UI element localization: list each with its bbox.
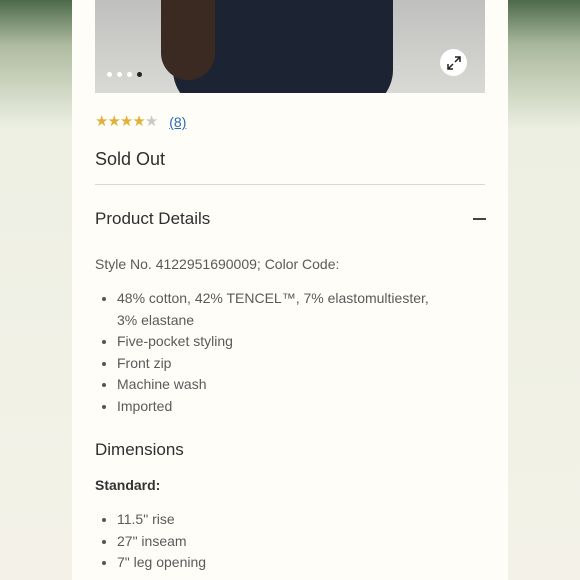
gallery-dot[interactable]	[107, 72, 112, 77]
list-item-text: 3% elastane	[117, 311, 195, 328]
product-panel: ★ ★ ★ ★ ★ (8) Sold Out Product Details S…	[72, 0, 508, 580]
product-image[interactable]	[95, 0, 485, 93]
gallery-dots	[107, 72, 142, 77]
list-item: Machine wash	[102, 374, 429, 396]
background-right	[508, 0, 580, 580]
list-item: 48% cotton, 42% TENCEL™, 7% elastomultie…	[102, 288, 429, 310]
divider	[95, 184, 485, 185]
star-filled-icon: ★	[119, 113, 133, 130]
list-item: 11.5" rise	[101, 509, 206, 531]
list-item-continuation: 3% elastane	[117, 310, 429, 332]
expand-image-button[interactable]	[440, 49, 467, 76]
list-item: Front zip	[102, 353, 429, 375]
star-filled-icon: ★	[132, 113, 145, 130]
list-item: 27" inseam	[101, 531, 206, 553]
rating: ★ ★ ★ ★ ★ (8)	[95, 113, 186, 131]
gallery-dot[interactable]	[127, 72, 132, 77]
product-details-heading[interactable]: Product Details	[95, 209, 210, 229]
review-count-link[interactable]: (8)	[169, 114, 186, 130]
gallery-dot[interactable]	[117, 72, 122, 77]
star-filled-icon: ★	[95, 113, 108, 130]
list-item: 7" leg opening	[101, 552, 206, 574]
list-item: Five-pocket styling	[102, 331, 429, 353]
availability-status: Sold Out	[95, 149, 166, 169]
star-filled-icon: ★	[107, 113, 120, 130]
model-hand	[161, 0, 215, 80]
dimensions-heading: Dimensions	[95, 440, 184, 459]
list-item: Imported	[102, 396, 429, 418]
product-details-list: 48% cotton, 42% TENCEL™, 7% elastomultie…	[95, 288, 429, 417]
standard-label: Standard:	[95, 477, 161, 493]
dimensions-list: 11.5" rise 27" inseam 7" leg opening	[95, 509, 206, 574]
gallery-dot-active[interactable]	[137, 72, 142, 77]
star-empty-icon: ★	[144, 113, 158, 130]
style-number: Style No. 4122951690009; Color Code:	[95, 256, 340, 272]
expand-arrows-icon	[446, 55, 461, 70]
minus-icon[interactable]	[473, 218, 486, 220]
background-left	[0, 0, 72, 580]
